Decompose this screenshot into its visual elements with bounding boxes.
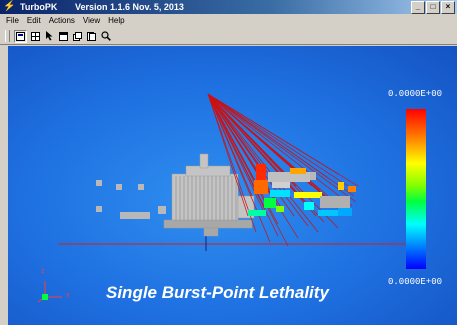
view-select-icon[interactable] [14, 29, 27, 43]
hit-yellow-part-2 [338, 182, 344, 190]
hit-green-part [264, 198, 276, 208]
hit-red-part [256, 164, 266, 182]
zoom-icon[interactable] [100, 31, 111, 42]
pages-icon[interactable] [86, 31, 97, 42]
gray-part-4 [272, 182, 290, 188]
hit-lime-part [276, 206, 284, 212]
debris-components [96, 180, 166, 219]
toolbar-grip[interactable] [5, 30, 10, 42]
colorbar-top-label: 0.0000E+00 [388, 89, 443, 99]
3d-viewport[interactable]: z x 0.0000E+00 0.0000E+00 Single Burst-P… [8, 46, 457, 325]
axis-x-label: x [66, 292, 70, 299]
toolbar [0, 28, 457, 45]
hit-blue-part [338, 208, 352, 216]
menu-view[interactable]: View [79, 14, 104, 28]
close-button[interactable]: × [441, 1, 455, 14]
axis-z-label: z [41, 268, 45, 275]
app-version: Version 1.1.6 Nov. 5, 2013 [75, 2, 184, 12]
menu-help[interactable]: Help [104, 14, 128, 28]
menu-file[interactable]: File [2, 14, 23, 28]
app-name: TurboPK [20, 2, 58, 12]
menu-edit[interactable]: Edit [23, 14, 45, 28]
gray-part-2 [320, 196, 350, 208]
turbopk-window: ⚡ TurboPK Version 1.1.6 Nov. 5, 2013 _ □… [0, 0, 457, 325]
pointer-icon[interactable] [44, 31, 55, 42]
maximize-button[interactable]: □ [426, 1, 440, 14]
scene-caption: Single Burst-Point Lethality [106, 283, 329, 302]
hit-cyan-part-2 [304, 202, 314, 210]
hit-cyan-part [270, 190, 290, 197]
grid-icon[interactable] [30, 31, 41, 42]
window-icon[interactable] [58, 31, 69, 42]
hit-orange-part-3 [348, 186, 356, 192]
hit-orange-part [254, 180, 268, 194]
title-bar: ⚡ TurboPK Version 1.1.6 Nov. 5, 2013 _ □… [0, 0, 457, 14]
axis-triad-icon [37, 281, 62, 303]
menu-actions[interactable]: Actions [45, 14, 79, 28]
left-panel-edge [0, 45, 8, 325]
colorbar-legend [406, 109, 426, 269]
minimize-button[interactable]: _ [411, 1, 425, 14]
window-controls: _ □ × [411, 1, 455, 14]
gray-part-3 [310, 172, 316, 180]
copy-icon[interactable] [72, 31, 83, 42]
menu-bar: File Edit Actions View Help [0, 14, 457, 28]
colorbar-bottom-label: 0.0000E+00 [388, 277, 443, 287]
hit-orange-part-2 [290, 168, 306, 174]
hit-teal-part [248, 210, 266, 216]
app-lightning-icon: ⚡ [3, 1, 16, 12]
hit-yellow-part [294, 192, 322, 198]
hit-cyan-part-3 [318, 210, 340, 216]
target-vehicle [163, 153, 255, 237]
